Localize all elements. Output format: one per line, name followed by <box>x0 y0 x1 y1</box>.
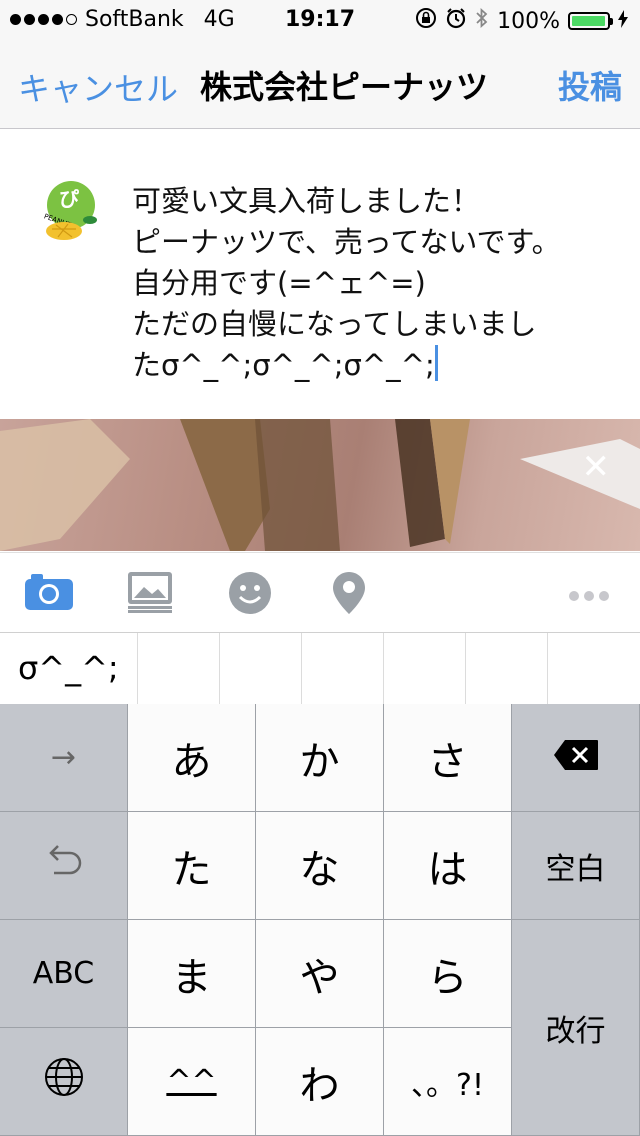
battery-percent: 100% <box>497 8 560 34</box>
undo-key[interactable] <box>0 812 128 920</box>
abc-key[interactable]: ABC <box>0 920 128 1028</box>
undo-icon <box>44 841 84 891</box>
battery-icon <box>568 12 613 30</box>
key-a[interactable]: あ <box>128 704 256 812</box>
candidate-bar: σ^_^; <box>0 632 640 705</box>
post-button[interactable]: 投稿 <box>558 62 622 108</box>
key-wa[interactable]: わ <box>256 1028 384 1136</box>
charging-icon <box>618 9 628 34</box>
key-ya[interactable]: や <box>256 920 384 1028</box>
candidate-item[interactable] <box>466 633 548 705</box>
remove-photo-button[interactable]: ✕ <box>582 447 611 487</box>
next-arrow-key[interactable]: → <box>0 704 128 812</box>
cancel-button[interactable]: キャンセル <box>18 64 178 110</box>
status-bar: SoftBank 4G 19:17 100% <box>0 0 640 40</box>
key-na[interactable]: な <box>256 812 384 920</box>
rotation-lock-icon <box>415 7 437 35</box>
candidate-item[interactable]: σ^_^; <box>0 633 138 705</box>
candidate-item[interactable] <box>138 633 220 705</box>
backspace-icon <box>553 735 599 781</box>
bluetooth-icon <box>475 7 489 35</box>
emoji-icon[interactable] <box>228 571 272 619</box>
candidate-item[interactable] <box>220 633 302 705</box>
globe-key[interactable] <box>0 1028 128 1136</box>
post-body: 可愛い文具入荷しました！ ピーナッツで、売ってないです。 自分用です(=^ェ^=… <box>132 184 561 382</box>
compose-toolbar <box>0 552 640 633</box>
key-ma[interactable]: ま <box>128 920 256 1028</box>
key-ra[interactable]: ら <box>384 920 512 1028</box>
svg-text:ぴ: ぴ <box>59 187 79 211</box>
post-text-field[interactable]: 可愛い文具入荷しました！ ピーナッツで、売ってないです。 自分用です(=^ェ^=… <box>132 181 622 386</box>
attached-photo: ✕ <box>0 419 640 551</box>
delete-key[interactable] <box>512 704 640 812</box>
candidate-item[interactable] <box>302 633 384 705</box>
avatar: ぴ PEANUTS <box>38 179 104 245</box>
more-icon[interactable] <box>568 587 610 606</box>
key-ha[interactable]: は <box>384 812 512 920</box>
globe-icon <box>44 1057 84 1107</box>
photo-library-icon[interactable] <box>127 571 173 617</box>
space-key[interactable]: 空白 <box>512 812 640 920</box>
navigation-bar: キャンセル 株式会社ピーナッツ 投稿 <box>0 40 640 129</box>
key-ka[interactable]: か <box>256 704 384 812</box>
keyboard: → あ か さ た な は 空白 ABC ま や ら 改行 ^^ わ 、。?! <box>0 704 640 1136</box>
key-sa[interactable]: さ <box>384 704 512 812</box>
page-title: 株式会社ピーナッツ <box>200 68 489 106</box>
text-cursor <box>434 345 438 381</box>
camera-icon[interactable] <box>24 571 74 615</box>
candidate-item[interactable] <box>384 633 466 705</box>
emoticon-key[interactable]: ^^ <box>128 1028 256 1136</box>
location-pin-icon[interactable] <box>332 571 366 619</box>
return-key[interactable]: 改行 <box>512 920 640 1136</box>
alarm-icon <box>445 7 467 35</box>
key-ta[interactable]: た <box>128 812 256 920</box>
punctuation-key[interactable]: 、。?! <box>384 1028 512 1136</box>
compose-area: ぴ PEANUTS 可愛い文具入荷しました！ ピーナッツで、売ってないです。 自… <box>0 129 640 419</box>
